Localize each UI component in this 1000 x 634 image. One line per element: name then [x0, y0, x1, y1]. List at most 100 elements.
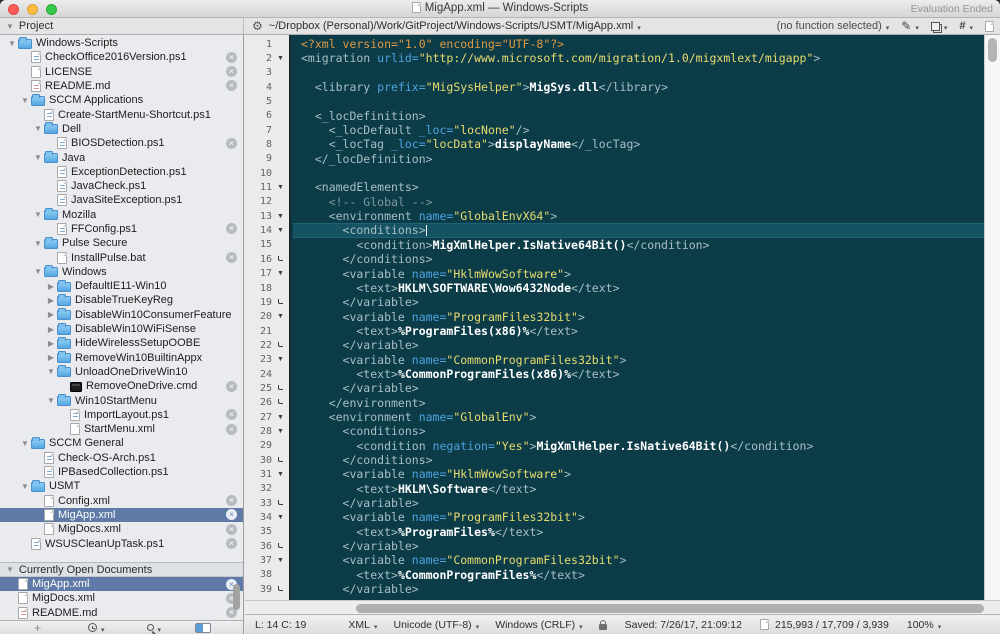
line-number[interactable]: 9	[245, 153, 272, 164]
tree-item[interactable]: InstallPulse.bat×	[0, 250, 243, 264]
code-line[interactable]: <_locDefault _loc="locNone"/>	[293, 123, 984, 137]
fold-marker[interactable]	[272, 545, 289, 548]
close-file-icon[interactable]: ×	[226, 524, 237, 535]
tree-item[interactable]: ▶DisableTrueKeyReg	[0, 293, 243, 307]
line-number[interactable]: 16	[245, 254, 272, 265]
chevron-down-icon[interactable]: ▾	[969, 24, 973, 32]
fold-marker[interactable]: ▼	[272, 428, 289, 435]
line-number[interactable]: 15	[245, 239, 272, 250]
code-line[interactable]: <migration urlid="http://www.microsoft.c…	[293, 51, 984, 65]
tree-item[interactable]: MigApp.xml×	[0, 508, 243, 522]
line-number[interactable]: 33	[245, 498, 272, 509]
fold-open-icon[interactable]: ▼	[277, 55, 284, 62]
disclosure-triangle-icon[interactable]: ▼	[32, 124, 44, 133]
code-line[interactable]: <library prefix="MigSysHelper">MigSys.dl…	[293, 80, 984, 94]
fold-open-icon[interactable]: ▼	[277, 414, 284, 421]
line-number[interactable]: 1	[245, 39, 272, 50]
disclosure-triangle-icon[interactable]: ▼	[6, 39, 18, 48]
fold-open-icon[interactable]: ▼	[277, 184, 284, 191]
code-line[interactable]: <variable name="HklmWowSoftware">	[293, 267, 984, 281]
disclosure-triangle-icon[interactable]: ▶	[45, 296, 57, 305]
line-number[interactable]: 31	[245, 469, 272, 480]
disclosure-triangle-icon[interactable]: ▼	[19, 96, 31, 105]
line-number[interactable]: 22	[245, 340, 272, 351]
history-clock-icon[interactable]	[88, 623, 97, 632]
line-number[interactable]: 21	[245, 326, 272, 337]
tree-item[interactable]: ▼Java	[0, 150, 243, 164]
tree-item[interactable]: ▶HideWirelessSetupOOBE	[0, 336, 243, 350]
disclosure-triangle-icon[interactable]: ▶	[45, 353, 57, 362]
disclosure-triangle-icon[interactable]: ▼	[32, 239, 44, 248]
fold-open-icon[interactable]: ▼	[277, 313, 284, 320]
disclosure-triangle-icon[interactable]: ▼	[19, 482, 31, 491]
search-icon[interactable]	[147, 624, 154, 631]
line-number[interactable]: 13	[245, 211, 272, 222]
tree-item[interactable]: ▼Windows	[0, 265, 243, 279]
code-line[interactable]: <text>HKLM\Software</text>	[293, 482, 984, 496]
fold-open-icon[interactable]: ▼	[277, 227, 284, 234]
open-document-item[interactable]: README.md×	[0, 606, 243, 620]
disclosure-triangle-icon[interactable]: ▼	[19, 439, 31, 448]
line-number[interactable]: 27	[245, 412, 272, 423]
fold-marker[interactable]: ▼	[272, 313, 289, 320]
code-line[interactable]: </variable>	[293, 496, 984, 510]
line-number[interactable]: 29	[245, 440, 272, 451]
line-number[interactable]: 39	[245, 584, 272, 595]
fold-marker[interactable]: ▼	[272, 55, 289, 62]
code-line[interactable]	[293, 166, 984, 180]
function-selector[interactable]: (no function selected)	[777, 20, 882, 32]
close-file-icon[interactable]: ×	[226, 52, 237, 63]
code-line[interactable]: <namedElements>	[293, 180, 984, 194]
tree-item[interactable]: Create-StartMenu-Shortcut.ps1	[0, 107, 243, 121]
line-number[interactable]: 34	[245, 512, 272, 523]
tree-item[interactable]: JavaCheck.ps1	[0, 179, 243, 193]
layers-icon[interactable]	[931, 22, 940, 31]
tree-item[interactable]: RemoveOneDrive.cmd×	[0, 379, 243, 393]
code-line[interactable]: </variable>	[293, 381, 984, 395]
tree-item[interactable]: ▶RemoveWin10BuiltinAppx	[0, 351, 243, 365]
code-line[interactable]: <variable name="ProgramFiles32bit">	[293, 510, 984, 524]
code-line[interactable]: <environment name="GlobalEnv">	[293, 410, 984, 424]
tree-item[interactable]: ImportLayout.ps1×	[0, 408, 243, 422]
line-number[interactable]: 6	[245, 110, 272, 121]
tree-item[interactable]: FFConfig.ps1×	[0, 222, 243, 236]
line-endings-selector[interactable]: Windows (CRLF)▾	[495, 619, 582, 631]
tree-item[interactable]: WSUSCleanUpTask.ps1×	[0, 536, 243, 550]
code-line[interactable]: <environment name="GlobalEnvX64">	[293, 209, 984, 223]
horizontal-scrollbar[interactable]	[245, 600, 1000, 614]
close-file-icon[interactable]: ×	[226, 381, 237, 392]
code-line[interactable]: <_locTag _loc="locData">displayName</_lo…	[293, 137, 984, 151]
chevron-down-icon[interactable]: ▾	[944, 24, 948, 32]
tree-item[interactable]: Config.xml×	[0, 494, 243, 508]
pencil-icon[interactable]: ✎	[901, 20, 911, 32]
line-number[interactable]: 30	[245, 455, 272, 466]
line-number[interactable]: 14	[245, 225, 272, 236]
disclosure-triangle-icon[interactable]: ▼	[32, 210, 44, 219]
fold-marker[interactable]: ▼	[272, 270, 289, 277]
code-line[interactable]: <?xml version="1.0" encoding="UTF-8"?>	[293, 37, 984, 51]
tree-item[interactable]: LICENSE×	[0, 65, 243, 79]
code-line[interactable]: </variable>	[293, 539, 984, 553]
tree-item[interactable]: IPBasedCollection.ps1	[0, 465, 243, 479]
horizontal-scrollbar-thumb[interactable]	[356, 604, 984, 613]
code-area[interactable]: <?xml version="1.0" encoding="UTF-8"?><m…	[293, 35, 984, 600]
fold-marker[interactable]	[272, 502, 289, 505]
open-document-item[interactable]: MigDocs.xml×	[0, 591, 243, 605]
chevron-down-icon[interactable]: ▾	[915, 24, 919, 32]
line-number[interactable]: 37	[245, 555, 272, 566]
code-line[interactable]: <conditions>	[293, 424, 984, 438]
line-number[interactable]: 12	[245, 196, 272, 207]
line-number[interactable]: 20	[245, 311, 272, 322]
line-number[interactable]: 23	[245, 354, 272, 365]
line-number[interactable]: 17	[245, 268, 272, 279]
line-number[interactable]: 28	[245, 426, 272, 437]
disclosure-triangle-icon[interactable]: ▼	[32, 153, 44, 162]
tree-item[interactable]: ▶DefaultIE11-Win10	[0, 279, 243, 293]
line-number[interactable]: 26	[245, 397, 272, 408]
tree-item[interactable]: MigDocs.xml×	[0, 522, 243, 536]
code-line[interactable]: </variable>	[293, 582, 984, 596]
line-number[interactable]: 38	[245, 569, 272, 580]
code-line[interactable]: <text>%CommonProgramFiles%</text>	[293, 568, 984, 582]
close-file-icon[interactable]: ×	[226, 80, 237, 91]
split-view-icon[interactable]	[195, 623, 211, 633]
